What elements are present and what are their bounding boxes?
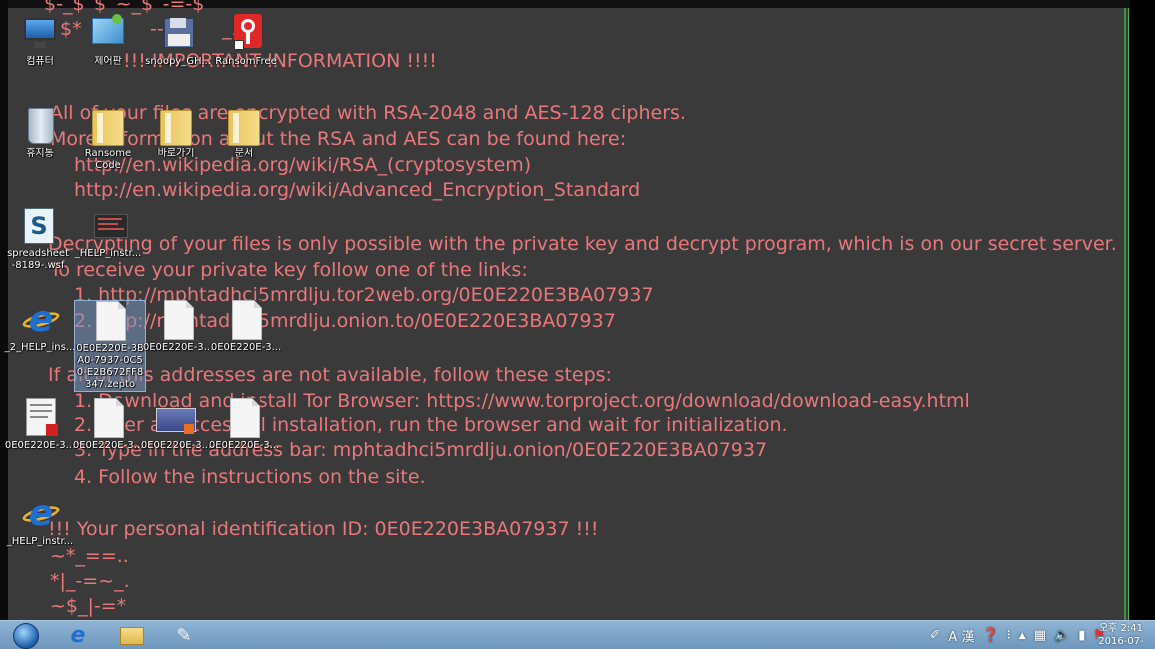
icon-label: Ransome Code [84,148,132,171]
blank-file-icon [158,300,198,340]
desktop-icon-encrypted-file[interactable]: 0E0E220E-3... [208,398,280,452]
control-panel-icon [88,14,128,54]
desktop-icon-computer[interactable]: 컴퓨터 [4,14,76,68]
volume-icon[interactable]: 🔈 [1054,628,1070,643]
desktop-right-edge [1130,0,1155,620]
icon-label: 0E0E220E-3... [140,440,212,451]
windows-logo-icon [13,622,39,649]
folder-icon [120,626,144,645]
show-hidden-icons-button[interactable]: ▲ [1019,631,1026,641]
icon-label: 0E0E220E-3... [4,440,76,451]
icon-label: RansomFree [215,56,277,67]
icon-label: 0E0E220E-3... [208,440,280,451]
start-button[interactable] [8,622,44,649]
desktop-icon-shortcut-folder[interactable]: 바로가기 [140,106,212,160]
blank-file-icon [224,398,264,438]
desktop-icon-encrypted-file[interactable]: 0E0E220E-3... [142,300,214,354]
desktop-icon-encrypted-selected[interactable]: 0E0E220E-3BA0-7937-0C50-E2B672FF8347.zep… [74,300,146,392]
icon-label: 0E0E220E-3... [72,440,144,451]
note-link-aes: http://en.wikipedia.org/wiki/Advanced_En… [74,179,641,201]
tray-overflow-icon[interactable]: ⁝ [1007,628,1011,643]
pen-icon[interactable]: ✐ [930,628,941,643]
desktop-icon-encrypted-image[interactable]: 0E0E220E-3... [140,398,212,452]
desktop-icon-control-panel[interactable]: 제어판 [72,14,144,68]
folder-icon [156,106,196,146]
help-icon[interactable]: ❓ [982,628,998,643]
folder-icon [88,106,128,146]
clock-date: 2016-07-16 [1098,636,1144,647]
system-tray: ✐ A 漢 ❓ ⁝ ▲ ▦ 🔈 ▮ ⚑ [930,623,1105,648]
clock-time: 오후 2:41 [1098,623,1144,634]
desktop-icon-recycle-bin[interactable]: 휴지통 [4,106,76,160]
desktop-icon-encrypted-pdf[interactable]: 0E0E220E-3... [4,398,76,452]
icon-label: 컴퓨터 [26,56,54,67]
computer-icon [20,14,60,54]
desktop-icon-snoopy[interactable]: snoopy_GH... [142,14,214,68]
desktop-icon-ransomfree[interactable]: RansomFree [210,14,282,68]
pdf-file-icon [20,398,60,438]
icon-label: 0E0E220E-3... [210,342,282,353]
taskbar-file-explorer[interactable] [112,622,152,649]
icon-label: 0E0E220E-3... [142,342,214,353]
icon-label: _HELP_instr... [6,536,74,547]
icon-label: 바로가기 [157,148,195,159]
desktop-icon-spreadsheet-wsf[interactable]: S spreadsheet -8189-.wsf [2,206,74,272]
icon-label: _2_HELP_ins... [4,342,76,353]
image-file-icon [156,398,196,438]
desktop-icon-help-ins-2[interactable]: e _2_HELP_ins... [4,300,76,354]
desktop-icon-encrypted-file[interactable]: 0E0E220E-3... [210,300,282,354]
wallpaper-green-line-thin [1128,8,1129,620]
internet-explorer-icon: e [70,623,86,648]
note-line-decrypting: Decrypting of your files is only possibl… [48,233,1117,255]
icon-label: _HELP_instr... [74,248,142,259]
blank-file-icon [88,398,128,438]
system-clock[interactable]: 오후 2:41 2016-07-16 [1093,622,1149,649]
desktop: $-_$`$`~_$`-=-$ $* --* _.$ !!! IMPORTANT… [0,0,1155,620]
ime-indicator[interactable]: A 漢 [948,626,974,645]
blank-file-icon [226,300,266,340]
icon-label: 제어판 [94,56,122,67]
taskbar: e ✎ ✐ A 漢 ❓ ⁝ ▲ ▦ 🔈 ▮ ⚑ 오후 2:41 2016-07-… [0,620,1155,649]
key-shortcut-icon [226,14,266,54]
taskbar-internet-explorer[interactable]: e [58,622,98,649]
network-icon[interactable]: ▦ [1034,628,1046,643]
icon-label: 문서 [234,148,254,159]
recycle-bin-icon [20,106,60,146]
icon-label: 0E0E220E-3BA0-7937-0C50-E2B672FF8347.zep… [76,343,144,390]
internet-explorer-icon: e [20,494,61,534]
internet-explorer-icon: e [20,300,61,340]
blank-file-icon [90,301,130,341]
note-line-to-receive: To receive your private key follow one o… [50,259,528,281]
html-file-icon [88,206,128,246]
desktop-icon-ransome-code[interactable]: Ransome Code [72,106,144,172]
note-step-4: 4. Follow the instructions on the site. [74,466,426,488]
note-personal-id: !!! Your personal identification ID: 0E0… [48,518,599,540]
icon-label: spreadsheet -8189-.wsf [7,248,69,271]
icon-label: snoopy_GH... [145,56,211,67]
signal-icon[interactable]: ▮ [1078,628,1085,643]
taskbar-paint[interactable]: ✎ [164,622,204,649]
folder-icon [224,106,264,146]
note-trailer: ~$_|-=* [50,595,127,617]
desktop-icon-encrypted-file[interactable]: 0E0E220E-3... [72,398,144,452]
desktop-icon-help-instr-3[interactable]: e _HELP_instr... [4,494,76,548]
paint-brush-icon: ✎ [176,625,192,646]
desktop-icon-help-instr[interactable]: _HELP_instr... [72,206,144,260]
icon-label: 휴지통 [26,148,54,159]
floppy-disk-icon [158,14,198,54]
note-trailer: *|_-=~_. [50,570,130,592]
desktop-icon-documents[interactable]: 문서 [208,106,280,160]
script-file-icon: S [18,206,58,246]
wallpaper-green-line [1124,8,1126,620]
